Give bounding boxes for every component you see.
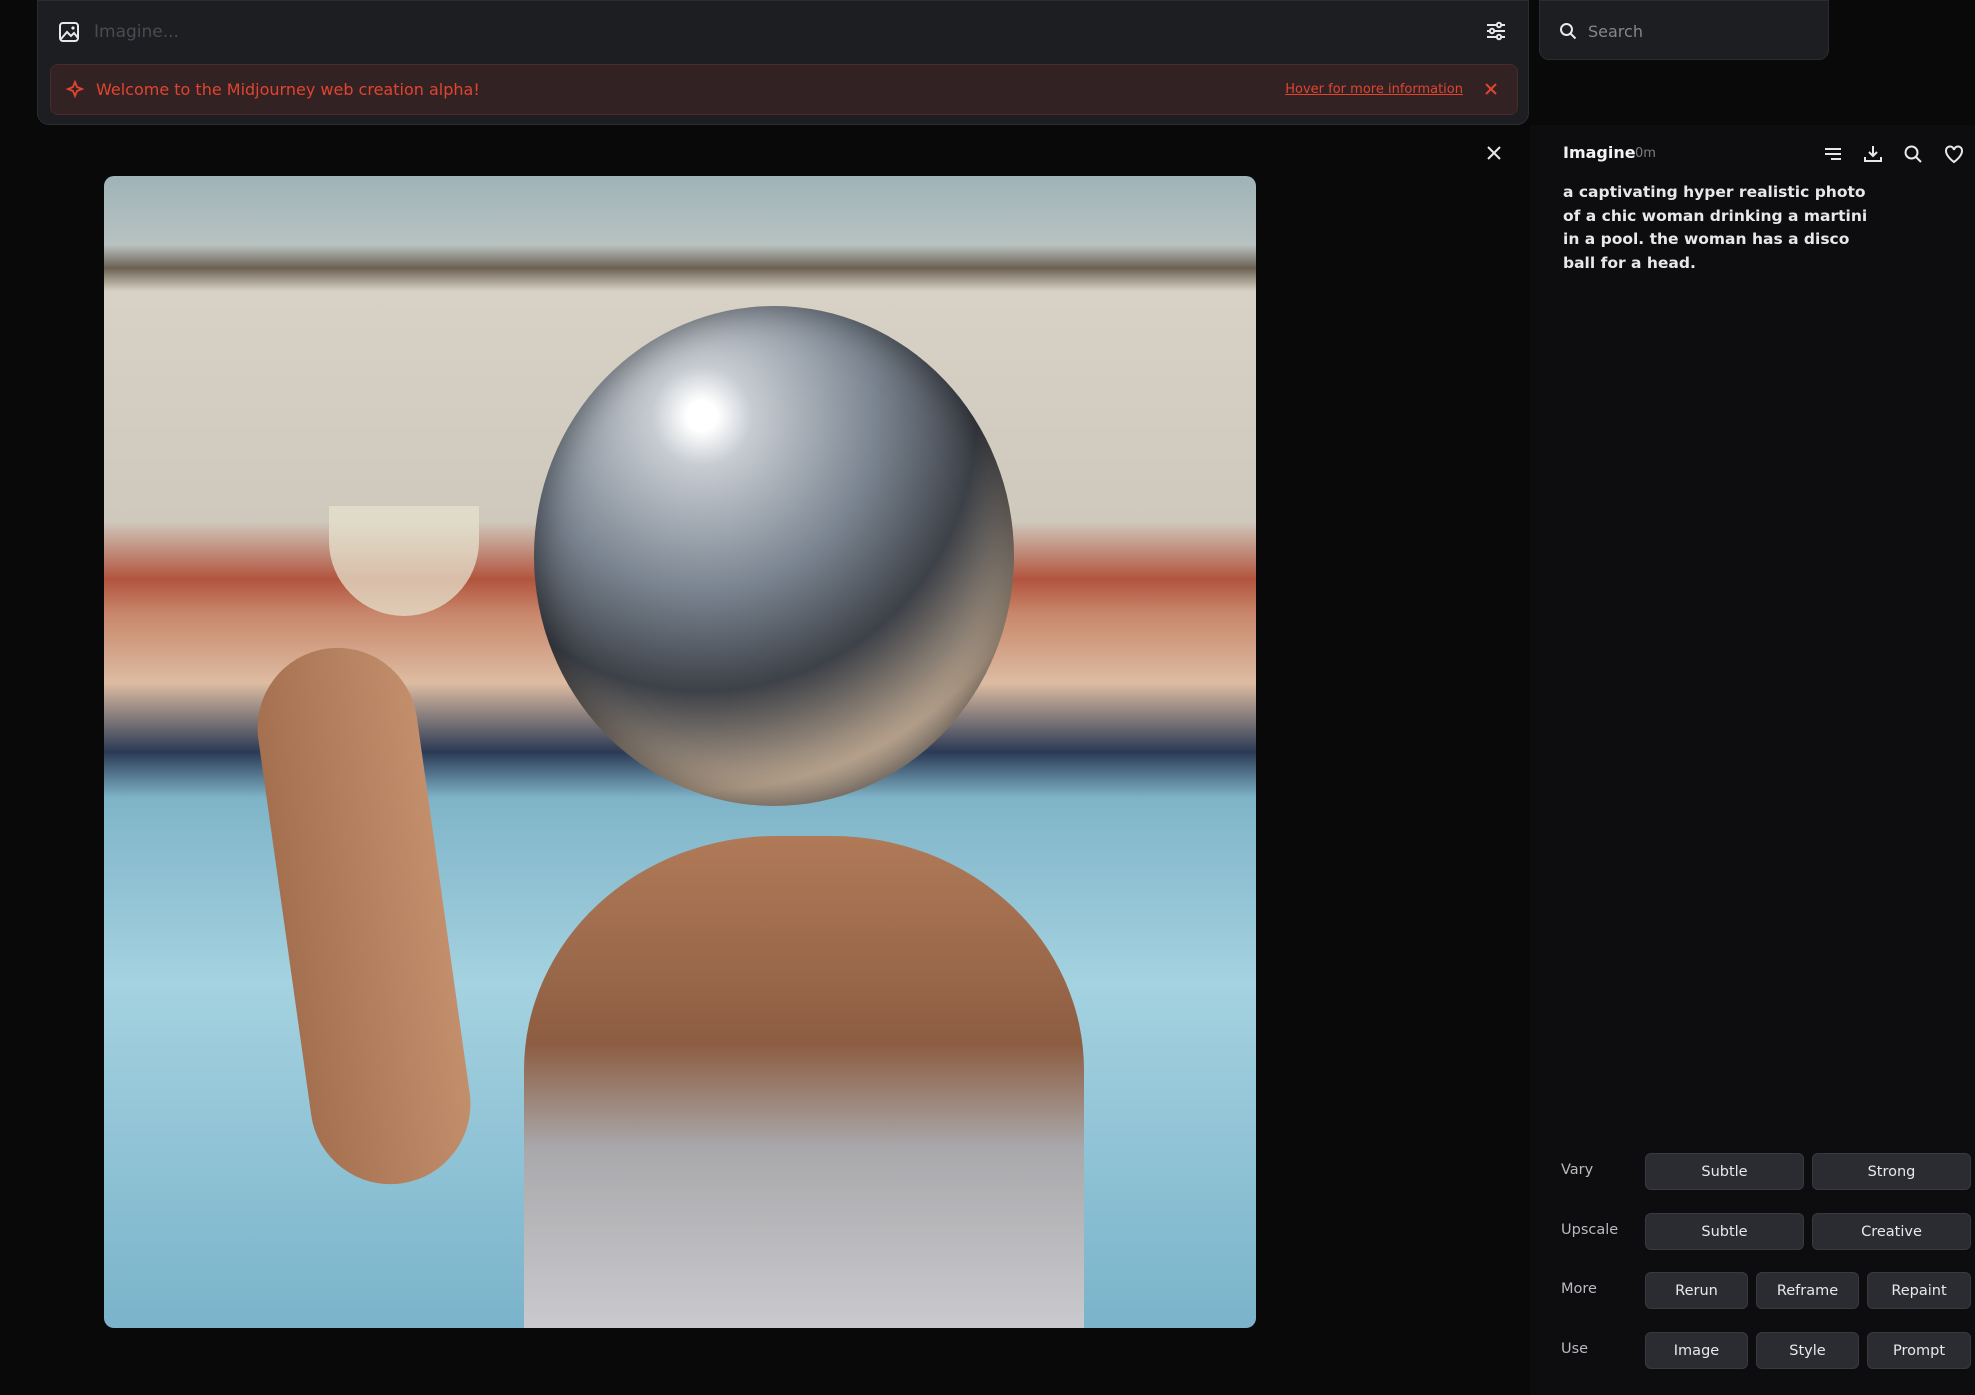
close-banner-icon[interactable] bbox=[1481, 79, 1501, 99]
heart-icon[interactable] bbox=[1943, 143, 1965, 165]
list-icon[interactable] bbox=[1822, 143, 1844, 165]
more-info-link[interactable]: Hover for more information bbox=[1285, 82, 1463, 97]
image-icon bbox=[59, 22, 79, 42]
more-label: More bbox=[1561, 1281, 1597, 1297]
use-label: Use bbox=[1561, 1341, 1589, 1357]
search-icon[interactable] bbox=[1902, 143, 1924, 165]
search-box bbox=[1539, 0, 1829, 60]
prompt-bar: Welcome to the Midjourney web creation a… bbox=[37, 0, 1529, 125]
reframe-button[interactable]: Reframe bbox=[1756, 1272, 1859, 1309]
use-style-button[interactable]: Style bbox=[1756, 1332, 1859, 1369]
detail-time: 0m bbox=[1635, 146, 1656, 161]
sliders-icon[interactable] bbox=[1484, 19, 1508, 43]
upscale-creative-button[interactable]: Creative bbox=[1812, 1213, 1971, 1250]
close-icon[interactable] bbox=[1484, 143, 1504, 163]
rerun-button[interactable]: Rerun bbox=[1645, 1272, 1748, 1309]
generated-image[interactable] bbox=[104, 176, 1256, 1328]
welcome-banner: Welcome to the Midjourney web creation a… bbox=[50, 64, 1518, 115]
detail-panel bbox=[1530, 125, 1975, 1395]
search-icon bbox=[1560, 23, 1577, 40]
banner-message: Welcome to the Midjourney web creation a… bbox=[96, 80, 480, 99]
prompt-text: a captivating hyper realistic photo of a… bbox=[1563, 183, 1868, 272]
use-prompt-button[interactable]: Prompt bbox=[1867, 1332, 1971, 1369]
upscale-label: Upscale bbox=[1561, 1222, 1619, 1238]
upscale-subtle-button[interactable]: Subtle bbox=[1645, 1213, 1804, 1250]
vary-label: Vary bbox=[1561, 1162, 1594, 1178]
prompt-input[interactable] bbox=[94, 15, 1394, 49]
detail-title: Imagine bbox=[1563, 143, 1636, 162]
repaint-button[interactable]: Repaint bbox=[1867, 1272, 1971, 1309]
search-input[interactable] bbox=[1588, 19, 1808, 43]
download-icon[interactable] bbox=[1862, 143, 1884, 165]
vary-subtle-button[interactable]: Subtle bbox=[1645, 1153, 1804, 1190]
use-image-button[interactable]: Image bbox=[1645, 1332, 1748, 1369]
vary-strong-button[interactable]: Strong bbox=[1812, 1153, 1971, 1190]
sparkle-icon bbox=[65, 79, 85, 99]
